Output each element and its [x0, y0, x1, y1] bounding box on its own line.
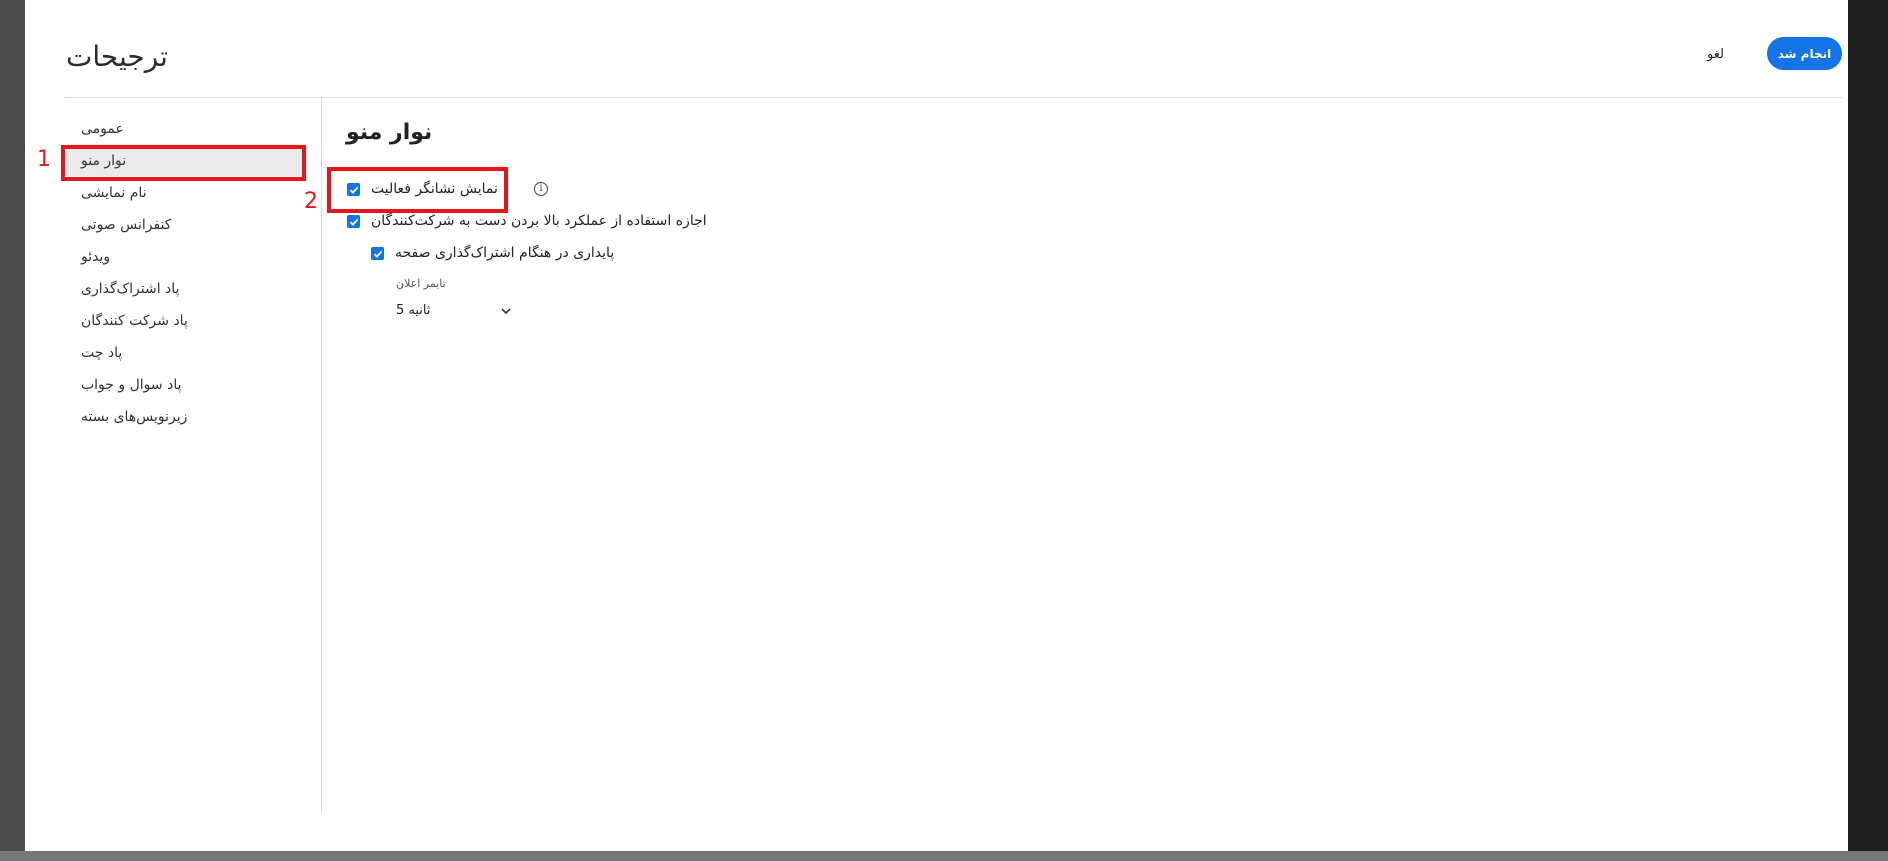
checkmark-icon: [349, 218, 358, 226]
background-app-right-panel: [1848, 0, 1888, 861]
done-button[interactable]: انجام شد: [1767, 37, 1842, 70]
sidebar-divider: [321, 98, 322, 812]
sidebar-item-share-pod[interactable]: پاد اشتراک‌گذاری: [81, 274, 179, 304]
sidebar-item-closed-captions[interactable]: زیرنویس‌های بسته: [81, 402, 187, 432]
sidebar-item-audio-conference[interactable]: کنفرانس صوتی: [81, 210, 171, 240]
sidebar-item-chat-pod[interactable]: پاد چت: [81, 338, 122, 368]
sidebar-item-qa-pod[interactable]: پاد سوال و جواب: [81, 370, 182, 400]
sidebar-item-display-name[interactable]: نام نمایشی: [81, 178, 147, 208]
notification-timer-value: ثانیه 5: [396, 303, 431, 318]
header-divider: [65, 97, 1842, 98]
annotation-number-2: 2: [304, 189, 318, 214]
allow-raise-hand-checkbox[interactable]: [347, 215, 360, 228]
persist-during-screen-share-label[interactable]: پایداری در هنگام اشتراک‌گذاری صفحه: [395, 245, 614, 261]
sidebar-item-attendees-pod[interactable]: پاد شرکت کنندگان: [81, 306, 188, 336]
sidebar-item-video[interactable]: ویدئو: [81, 242, 110, 272]
annotation-number-1: 1: [37, 147, 51, 172]
background-app-bottom-bar: [0, 851, 1888, 861]
allow-raise-hand-label[interactable]: اجازه استفاده از عملکرد بالا بردن دست به…: [371, 213, 707, 229]
sidebar-item-general[interactable]: عمومی: [81, 114, 124, 144]
annotation-box-2: [327, 167, 508, 213]
annotation-box-1: [61, 145, 306, 181]
cancel-button[interactable]: لغو: [1701, 42, 1730, 66]
chevron-down-icon: [501, 308, 511, 315]
preferences-dialog: ترجیحات لغو انجام شد عمومی نوار منو نام …: [25, 0, 1848, 851]
checkmark-icon: [373, 250, 382, 258]
persist-during-screen-share-checkbox[interactable]: [371, 247, 384, 260]
notification-timer-label: تایمر اعلان: [396, 277, 446, 290]
background-app-left-toolbar: [0, 0, 25, 861]
section-title: نوار منو: [346, 120, 433, 145]
notification-timer-dropdown[interactable]: ثانیه 5: [396, 301, 514, 323]
info-icon[interactable]: i: [534, 182, 548, 196]
dialog-title: ترجیحات: [66, 40, 168, 73]
